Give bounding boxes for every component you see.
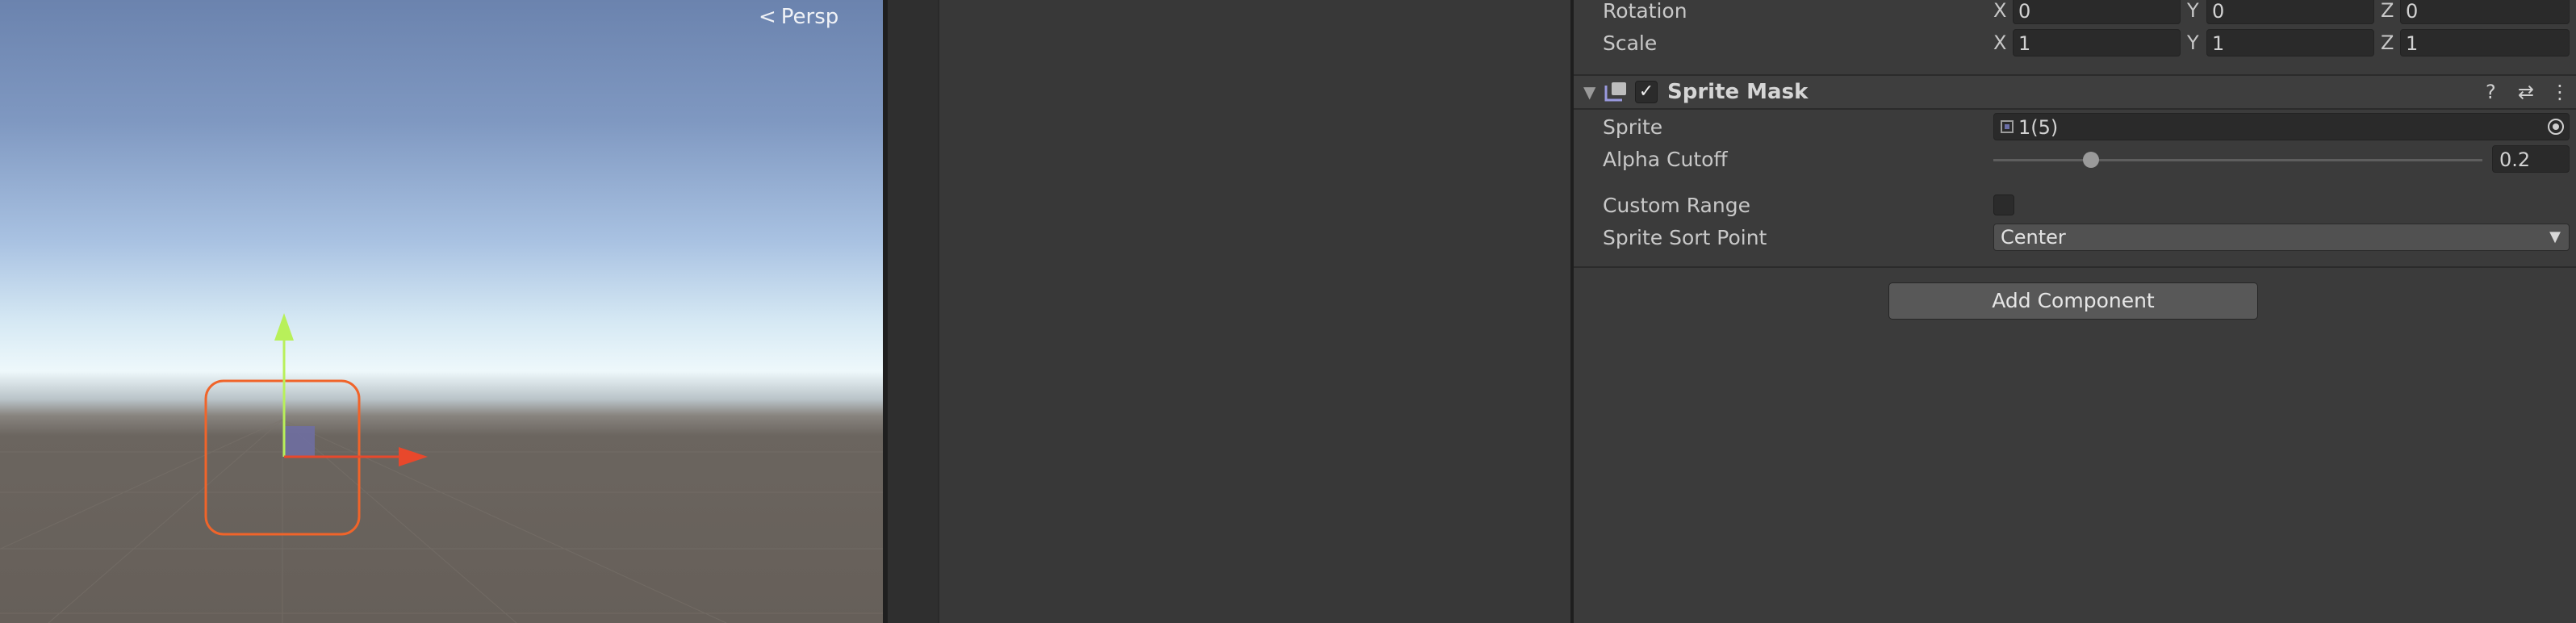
help-icon[interactable]: ? [2486, 81, 2496, 103]
component-enabled-checkbox[interactable]: ✓ [1635, 81, 1658, 103]
alpha-cutoff-label: Alpha Cutoff [1603, 148, 1728, 171]
foldout-arrow-icon[interactable]: ▼ [1583, 82, 1595, 102]
scale-row: Scale X 1 Y 1 Z 1 [1574, 27, 2576, 60]
component-title: Sprite Mask [1667, 80, 1809, 104]
custom-range-checkbox[interactable] [1993, 194, 2014, 215]
rotation-z-axis-label[interactable]: Z [2381, 0, 2394, 24]
custom-range-row: Custom Range [1574, 190, 2576, 222]
add-component-button[interactable]: Add Component [1888, 282, 2258, 320]
sprite-object-field[interactable]: 1(5) [1993, 113, 2570, 140]
alpha-cutoff-slider-track[interactable] [1993, 159, 2482, 161]
x-axis-arrow-icon [399, 447, 428, 466]
sprite-preview [284, 426, 315, 457]
scene-view[interactable]: < Persp [0, 0, 883, 623]
rotation-y-axis-label[interactable]: Y [2187, 0, 2199, 24]
rotation-z-field[interactable]: 0 [2400, 0, 2570, 24]
sprite-row: Sprite 1(5) [1574, 111, 2576, 144]
sprite-mask-header[interactable]: ▼ ✓ Sprite Mask ? ⇄ ⋮ [1574, 74, 2576, 110]
scale-x-field[interactable]: 1 [2013, 29, 2181, 56]
chevron-down-icon: ▼ [2549, 228, 2561, 245]
move-gizmo[interactable] [0, 0, 883, 623]
alpha-cutoff-slider-thumb[interactable] [2083, 152, 2100, 168]
sprite-sort-point-row: Sprite Sort Point Center ▼ [1574, 222, 2576, 254]
component-separator [1574, 266, 2576, 268]
empty-panel [939, 0, 1570, 623]
panel-strip [888, 0, 939, 623]
scale-z-axis-label[interactable]: Z [2381, 29, 2394, 56]
custom-range-label: Custom Range [1603, 194, 1750, 217]
alpha-cutoff-row: Alpha Cutoff 0.2 [1574, 144, 2576, 176]
rotation-x-field[interactable]: 0 [2013, 0, 2181, 24]
scale-y-axis-label[interactable]: Y [2187, 29, 2199, 56]
kebab-menu-icon[interactable]: ⋮ [2550, 81, 2570, 103]
scale-x-axis-label[interactable]: X [1993, 29, 2006, 56]
y-axis-arrow-icon [274, 313, 294, 341]
sprite-sort-point-dropdown[interactable]: Center ▼ [1993, 224, 2570, 251]
sprite-label: Sprite [1603, 115, 1663, 139]
rotation-vector: X 0 Y 0 Z 0 [1993, 0, 2576, 27]
scale-vector: X 1 Y 1 Z 1 [1993, 27, 2576, 60]
presets-icon[interactable]: ⇄ [2518, 81, 2534, 103]
scale-y-field[interactable]: 1 [2206, 29, 2374, 56]
sprite-asset-icon [2001, 120, 2014, 133]
scale-label: Scale [1603, 31, 1658, 55]
rotation-y-field[interactable]: 0 [2206, 0, 2374, 24]
sprite-sort-point-label: Sprite Sort Point [1603, 226, 1767, 249]
sprite-sort-point-value: Center [2001, 226, 2066, 249]
scale-z-field[interactable]: 1 [2400, 29, 2570, 56]
sprite-mask-component-icon [1604, 82, 1626, 102]
object-picker-icon[interactable] [2548, 119, 2564, 135]
rotation-row: Rotation X 0 Y 0 Z 0 [1574, 0, 2576, 27]
alpha-cutoff-value-field[interactable]: 0.2 [2492, 145, 2570, 173]
sprite-value: 1(5) [2018, 116, 2059, 139]
inspector-panel: Rotation X 0 Y 0 Z 0 Scale X 1 Y 1 Z 1 ▼… [1574, 0, 2576, 623]
rotation-label: Rotation [1603, 0, 1687, 23]
rotation-x-axis-label[interactable]: X [1993, 0, 2006, 24]
